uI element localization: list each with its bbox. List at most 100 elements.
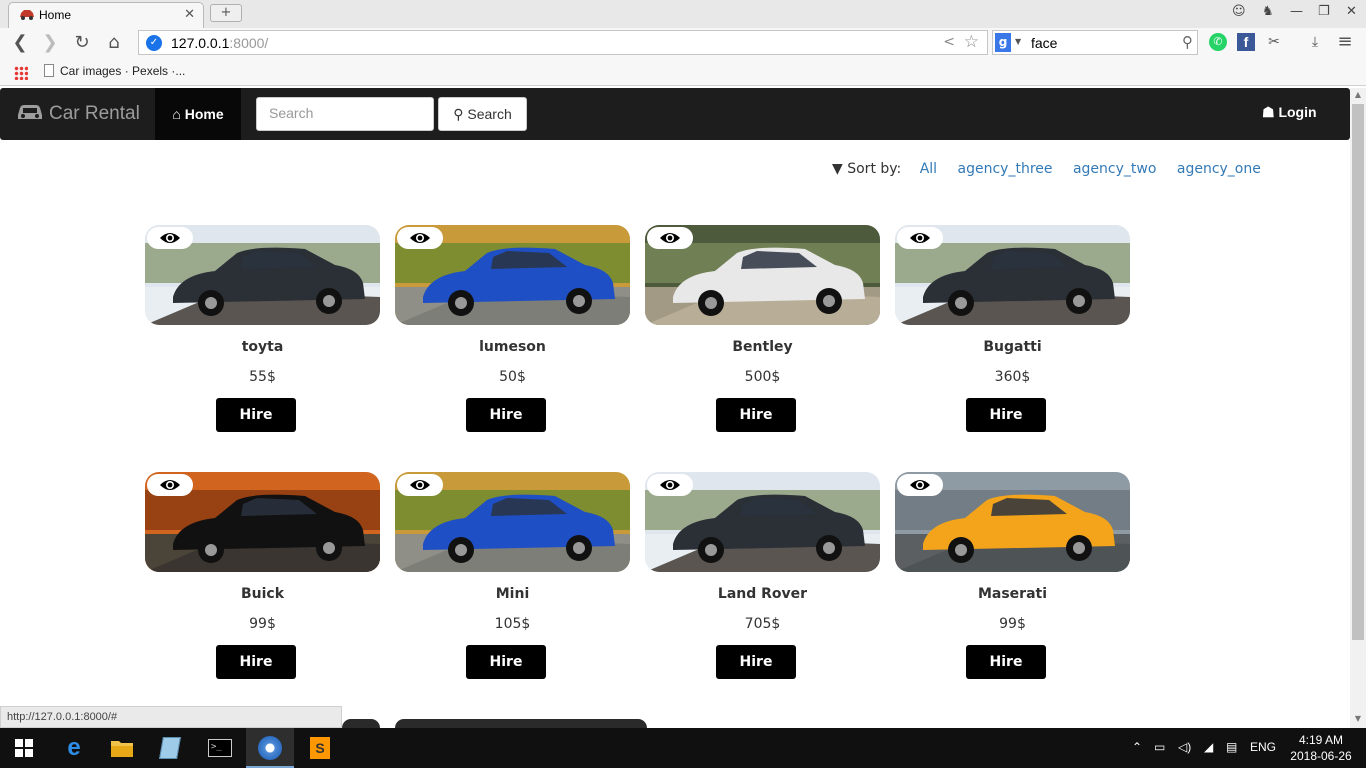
- google-icon: g: [995, 33, 1011, 52]
- tab-close-icon[interactable]: ✕: [184, 7, 195, 22]
- browser-icon: [258, 736, 282, 760]
- secure-check-icon: ✓: [146, 35, 162, 51]
- hire-button[interactable]: Hire: [216, 398, 296, 432]
- notification-icon[interactable]: ▤: [1226, 740, 1237, 754]
- bookmark-car-images[interactable]: Car images · Pexels ·...: [44, 64, 185, 78]
- hire-button[interactable]: Hire: [966, 398, 1046, 432]
- new-tab-button[interactable]: +: [210, 4, 242, 22]
- wifi-icon[interactable]: ◢: [1204, 740, 1213, 754]
- car-image[interactable]: [145, 472, 380, 572]
- extension-icon[interactable]: ♞: [1262, 4, 1274, 19]
- car-image[interactable]: [395, 472, 630, 572]
- restore-icon[interactable]: ❐: [1318, 4, 1330, 19]
- site-navbar: Car Rental ⌂ Home Search ⚲ Search ☗ Logi…: [0, 88, 1350, 140]
- menu-icon[interactable]: ≡: [1336, 33, 1354, 51]
- sort-agency-one[interactable]: agency_one: [1177, 161, 1261, 177]
- facebook-icon[interactable]: f: [1237, 33, 1255, 51]
- eye-icon[interactable]: [397, 227, 443, 249]
- eye-icon[interactable]: [397, 474, 443, 496]
- user-icon[interactable]: ☺: [1232, 4, 1246, 19]
- scroll-down-icon[interactable]: ▼: [1350, 714, 1366, 723]
- search-icon[interactable]: ⚲: [1182, 33, 1193, 51]
- windows-icon: [15, 739, 33, 757]
- car-name: Bentley: [732, 339, 793, 355]
- sort-all[interactable]: All: [920, 161, 937, 177]
- chrome-taskbar-button[interactable]: [246, 728, 294, 768]
- sort-agency-three[interactable]: agency_three: [958, 161, 1053, 177]
- chevron-up-icon[interactable]: ⌃: [1132, 740, 1142, 754]
- apps-icon[interactable]: [14, 66, 28, 80]
- brand-link[interactable]: Car Rental: [16, 102, 140, 125]
- language-indicator[interactable]: ENG: [1250, 740, 1276, 754]
- car-image[interactable]: [645, 472, 880, 572]
- page-scrollbar[interactable]: ▲ ▼: [1350, 88, 1366, 728]
- sublime-icon: S: [310, 737, 330, 759]
- scrollbar-thumb[interactable]: [1352, 104, 1364, 640]
- car-favicon-icon: [20, 10, 34, 20]
- notepad-button[interactable]: [146, 728, 194, 768]
- bookmark-star-icon[interactable]: ☆: [964, 32, 979, 52]
- car-card: Land Rover 705$ Hire: [645, 472, 880, 682]
- eye-icon[interactable]: [897, 474, 943, 496]
- search-input[interactable]: Search: [256, 97, 434, 131]
- car-price: 50$: [499, 369, 526, 385]
- car-card: Bentley 500$ Hire: [645, 225, 880, 435]
- download-icon[interactable]: ⤓: [1306, 33, 1324, 51]
- hire-button[interactable]: Hire: [716, 398, 796, 432]
- nav-home[interactable]: ⌂ Home: [155, 88, 241, 140]
- bookmarks-bar: Car images · Pexels ·...: [0, 60, 1366, 86]
- terminal-icon: >_: [208, 739, 232, 757]
- forward-icon[interactable]: ❯: [38, 32, 62, 56]
- chevron-down-icon[interactable]: ▼: [1015, 37, 1021, 46]
- window-close-icon[interactable]: ✕: [1346, 4, 1357, 19]
- back-icon[interactable]: ❮: [8, 32, 32, 56]
- hire-button[interactable]: Hire: [966, 645, 1046, 679]
- eye-icon[interactable]: [147, 474, 193, 496]
- search-engine-box[interactable]: g ▼ face ⚲: [992, 30, 1198, 55]
- sort-agency-two[interactable]: agency_two: [1073, 161, 1156, 177]
- car-price: 500$: [744, 369, 781, 385]
- clock-date: 2018-06-26: [1290, 749, 1352, 763]
- battery-icon[interactable]: ▭: [1154, 740, 1165, 754]
- car-name: Buick: [240, 586, 285, 602]
- car-image[interactable]: [145, 225, 380, 325]
- car-card: toyta 55$ Hire: [145, 225, 380, 435]
- car-image[interactable]: [895, 225, 1130, 325]
- scroll-up-icon[interactable]: ▲: [1350, 90, 1366, 99]
- eye-icon[interactable]: [897, 227, 943, 249]
- minimize-icon[interactable]: —: [1290, 4, 1303, 19]
- eye-icon[interactable]: [647, 474, 693, 496]
- car-name: Land Rover: [717, 586, 808, 602]
- user-icon: ☗: [1262, 104, 1275, 120]
- home-icon[interactable]: ⌂: [102, 32, 126, 56]
- car-image[interactable]: [895, 472, 1130, 572]
- car-image[interactable]: [645, 225, 880, 325]
- scissors-icon[interactable]: ✂: [1265, 33, 1283, 51]
- hire-button[interactable]: Hire: [466, 398, 546, 432]
- file-explorer-button[interactable]: [98, 728, 146, 768]
- eye-icon[interactable]: [147, 227, 193, 249]
- login-link[interactable]: ☗ Login: [1262, 104, 1317, 121]
- clock-time: 4:19 AM: [1298, 733, 1344, 747]
- start-button[interactable]: [0, 728, 48, 768]
- car-image[interactable]: [395, 225, 630, 325]
- volume-icon[interactable]: ◁): [1178, 740, 1191, 754]
- clock[interactable]: 4:19 AM 2018-06-26: [1286, 732, 1356, 764]
- card-image-partial: [395, 719, 647, 728]
- hire-button[interactable]: Hire: [716, 645, 796, 679]
- reload-icon[interactable]: ↻: [70, 32, 94, 56]
- eye-icon[interactable]: [647, 227, 693, 249]
- car-card: lumeson 50$ Hire: [395, 225, 630, 435]
- hire-button[interactable]: Hire: [216, 645, 296, 679]
- address-bar[interactable]: ✓ 127.0.0.1:8000/ < ☆: [138, 30, 988, 55]
- terminal-button[interactable]: >_: [196, 728, 244, 768]
- whatsapp-icon[interactable]: ✆: [1209, 33, 1227, 51]
- edge-taskbar-button[interactable]: e: [50, 728, 98, 768]
- car-name: lumeson: [479, 339, 546, 355]
- hire-button[interactable]: Hire: [466, 645, 546, 679]
- search-button[interactable]: ⚲ Search: [438, 97, 527, 131]
- sublime-taskbar-button[interactable]: S: [296, 728, 344, 768]
- share-icon[interactable]: <: [943, 34, 955, 50]
- browser-tab-home[interactable]: Home ✕: [8, 2, 204, 28]
- car-card: Maserati 99$ Hire: [895, 472, 1130, 682]
